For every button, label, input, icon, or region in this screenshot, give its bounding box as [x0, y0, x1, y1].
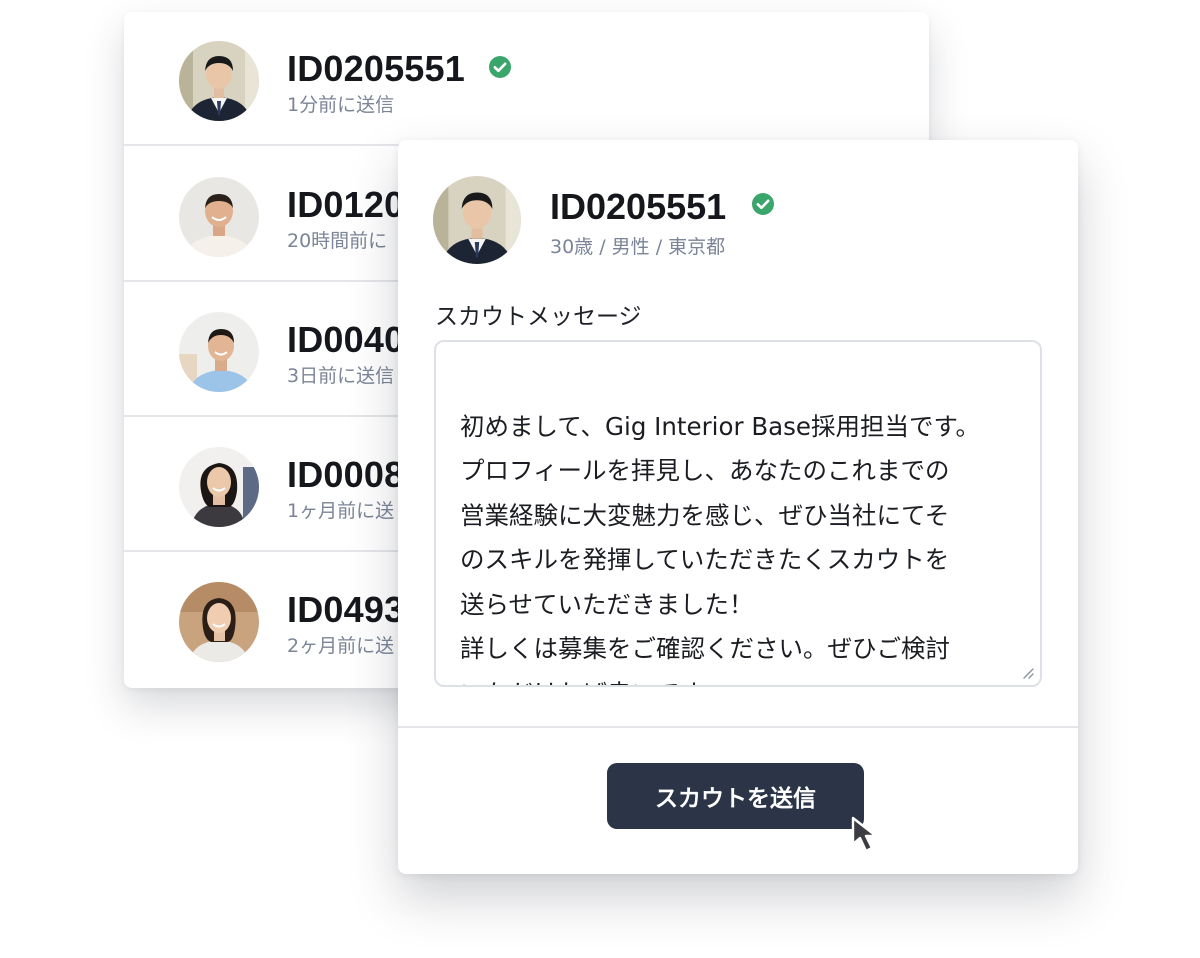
check-circle-icon	[752, 193, 774, 215]
avatar	[179, 582, 259, 662]
stage: ID0205551 1分前に送信 ID0120 20時間前に ID0040 3日…	[0, 0, 1200, 958]
candidate-id: ID0120	[287, 184, 405, 225]
scout-message-card: ID0205551 30歳 / 男性 / 東京都 スカウトメッセージ 初めまして…	[398, 140, 1078, 874]
message-label: スカウトメッセージ	[435, 304, 642, 330]
avatar	[433, 176, 521, 264]
list-item[interactable]: ID0205551 1分前に送信	[124, 12, 929, 146]
candidate-id: ID0205551	[550, 186, 727, 227]
sent-time: 3日前に送信	[287, 365, 395, 387]
candidate-id: ID0040	[287, 319, 405, 360]
avatar	[179, 312, 259, 392]
candidate-profile: 30歳 / 男性 / 東京都	[550, 236, 726, 258]
sent-time: 1ヶ月前に送	[287, 500, 395, 522]
candidate-id: ID0008	[287, 454, 405, 495]
avatar	[179, 447, 259, 527]
resize-handle-icon[interactable]	[1022, 667, 1034, 679]
avatar	[179, 177, 259, 257]
candidate-id: ID0205551	[287, 48, 465, 89]
check-circle-icon	[489, 56, 511, 78]
divider	[398, 726, 1078, 728]
send-scout-button[interactable]: スカウトを送信	[607, 763, 864, 829]
sent-time: 1分前に送信	[287, 94, 395, 116]
mouse-pointer-icon	[851, 816, 878, 853]
sent-time: 2ヶ月前に送	[287, 635, 395, 657]
candidate-id: ID0493	[287, 589, 405, 630]
sent-time: 20時間前に	[287, 230, 388, 252]
avatar	[179, 41, 259, 121]
message-text: 初めまして、Gig Interior Base採用担当です。 プロフィールを拝見…	[460, 411, 981, 686]
message-textarea[interactable]: 初めまして、Gig Interior Base採用担当です。 プロフィールを拝見…	[434, 340, 1042, 687]
